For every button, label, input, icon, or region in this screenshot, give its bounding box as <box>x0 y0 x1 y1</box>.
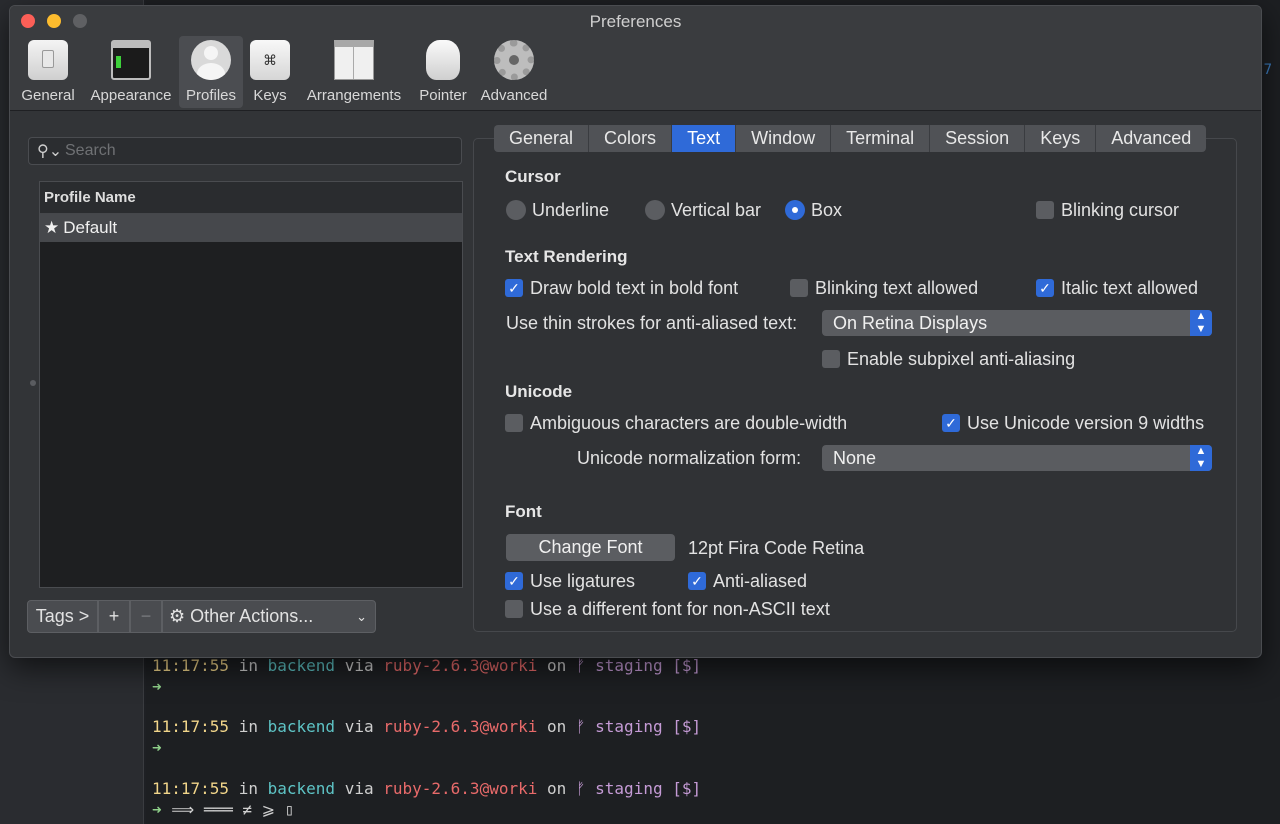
arrangements-icon <box>334 40 374 80</box>
tab-window[interactable]: Window <box>736 125 832 152</box>
terminal-arrow-line: ➜ <box>152 738 162 757</box>
non-ascii-font-label: Use a different font for non-ASCII text <box>530 599 830 619</box>
thin-strokes-label: Use thin strokes for anti-aliased text: <box>506 313 798 333</box>
tab-keys[interactable]: Keys <box>1025 125 1097 152</box>
font-section-title: Font <box>505 502 542 521</box>
italic-text-checkbox[interactable]: ✓ <box>1036 279 1054 297</box>
updown-arrows-icon: ▲ ▼ <box>1190 445 1212 471</box>
cursor-vertical-bar-radio[interactable] <box>645 200 665 220</box>
cursor-underline-radio[interactable] <box>506 200 526 220</box>
cursor-box-radio[interactable] <box>785 200 805 220</box>
window-title: Preferences <box>589 12 682 31</box>
tab-general[interactable]: General <box>494 125 590 152</box>
tab-advanced[interactable]: Advanced <box>1096 125 1206 152</box>
subpixel-label: Enable subpixel anti-aliasing <box>847 349 1076 369</box>
cursor-section-title: Cursor <box>505 167 561 186</box>
ligatures-checkbox[interactable]: ✓ <box>505 572 523 590</box>
italic-text-label: Italic text allowed <box>1061 278 1199 298</box>
chevron-down-icon: ⌄ <box>356 609 367 624</box>
toolbar-pointer[interactable]: Pointer <box>412 36 474 108</box>
profile-actions-bar: Tags > + − ⚙ Other Actions... ⌄ <box>27 600 376 633</box>
remove-profile-button[interactable]: − <box>130 600 162 633</box>
bold-font-checkbox[interactable]: ✓ <box>505 279 523 297</box>
ambiguous-width-checkbox[interactable] <box>505 414 523 432</box>
background-edge-text: 7 <box>1263 62 1272 78</box>
search-input[interactable] <box>65 138 455 164</box>
other-actions-menu[interactable]: ⚙ Other Actions... ⌄ <box>162 600 376 633</box>
cursor-vertical-bar-label: Vertical bar <box>671 200 762 220</box>
pointer-icon <box>426 40 460 80</box>
toolbar-profiles[interactable]: Profiles <box>179 36 243 108</box>
search-icon[interactable]: ⚲⌄ <box>37 141 62 161</box>
current-font-label: 12pt Fira Code Retina <box>688 538 865 558</box>
blinking-cursor-checkbox[interactable] <box>1036 201 1054 219</box>
cursor-box-label: Box <box>811 200 843 220</box>
general-icon <box>28 40 68 80</box>
toolbar-arrangements[interactable]: Arrangements <box>300 36 408 108</box>
ligatures-label: Use ligatures <box>530 571 636 591</box>
anti-aliased-label: Anti-aliased <box>713 571 808 591</box>
add-profile-button[interactable]: + <box>98 600 130 633</box>
text-rendering-section-title: Text Rendering <box>505 247 628 266</box>
toolbar-general[interactable]: General <box>16 36 80 108</box>
git-branch-icon: ᚠ <box>575 779 586 798</box>
tab-session[interactable]: Session <box>930 125 1026 152</box>
git-branch-icon: ᚠ <box>575 656 586 675</box>
gear-icon: ⚙ <box>169 606 186 626</box>
unicode-section-title: Unicode <box>505 382 573 401</box>
normalization-label: Unicode normalization form: <box>577 448 802 468</box>
unicode-v9-label: Use Unicode version 9 widths <box>967 413 1205 433</box>
updown-arrows-icon: ▲ ▼ <box>1190 310 1212 336</box>
change-font-button[interactable]: Change Font <box>506 534 675 561</box>
terminal-prompt-line: 11:17:55 in backend via ruby-2.6.3@worki… <box>152 656 702 675</box>
profile-row-default[interactable]: ★ Default <box>40 214 462 242</box>
terminal-prompt-line: 11:17:55 in backend via ruby-2.6.3@worki… <box>152 779 702 798</box>
git-branch-icon: ᚠ <box>575 717 586 736</box>
thin-strokes-select[interactable]: On Retina Displays ▲ ▼ <box>822 310 1212 336</box>
bold-font-label: Draw bold text in bold font <box>530 278 739 298</box>
keys-icon: ⌘ <box>250 40 290 80</box>
non-ascii-font-checkbox[interactable] <box>505 600 523 618</box>
toolbar-advanced[interactable]: Advanced <box>476 36 552 108</box>
anti-aliased-checkbox[interactable]: ✓ <box>688 572 706 590</box>
cursor-underline-label: Underline <box>532 200 610 220</box>
ambiguous-width-label: Ambiguous characters are double-width <box>530 413 848 433</box>
split-handle[interactable] <box>30 380 36 386</box>
profile-name-column-header[interactable]: Profile Name <box>40 182 462 214</box>
profile-list: Profile Name ★ Default <box>39 181 463 588</box>
terminal-arrow-line: ➜ <box>152 677 162 696</box>
subpixel-checkbox[interactable] <box>822 350 840 368</box>
toolbar-keys[interactable]: ⌘ Keys <box>246 36 294 108</box>
tab-text[interactable]: Text <box>672 125 737 152</box>
blinking-text-label: Blinking text allowed <box>815 278 979 298</box>
unicode-v9-checkbox[interactable]: ✓ <box>942 414 960 432</box>
preferences-window: Preferences General Appearance Profiles … <box>9 5 1262 658</box>
terminal-input-line: ➜ ⟹ ═══ ≠ ⩾ ▯ <box>152 800 295 819</box>
star-icon: ★ <box>44 218 60 237</box>
titlebar: Preferences General Appearance Profiles … <box>10 6 1261 111</box>
profile-search: ⚲⌄ <box>28 137 462 165</box>
tab-colors[interactable]: Colors <box>589 125 673 152</box>
terminal-prompt-line: 11:17:55 in backend via ruby-2.6.3@worki… <box>152 717 702 736</box>
blinking-text-checkbox[interactable] <box>790 279 808 297</box>
tags-button[interactable]: Tags > <box>27 600 98 633</box>
advanced-icon <box>494 40 534 80</box>
appearance-icon <box>111 40 151 80</box>
tab-terminal[interactable]: Terminal <box>831 125 931 152</box>
normalization-select[interactable]: None ▲ ▼ <box>822 445 1212 471</box>
toolbar-appearance[interactable]: Appearance <box>84 36 178 108</box>
profiles-icon <box>191 40 231 80</box>
blinking-cursor-label: Blinking cursor <box>1061 200 1180 220</box>
profile-tabs: General Colors Text Window Terminal Sess… <box>494 125 1207 152</box>
